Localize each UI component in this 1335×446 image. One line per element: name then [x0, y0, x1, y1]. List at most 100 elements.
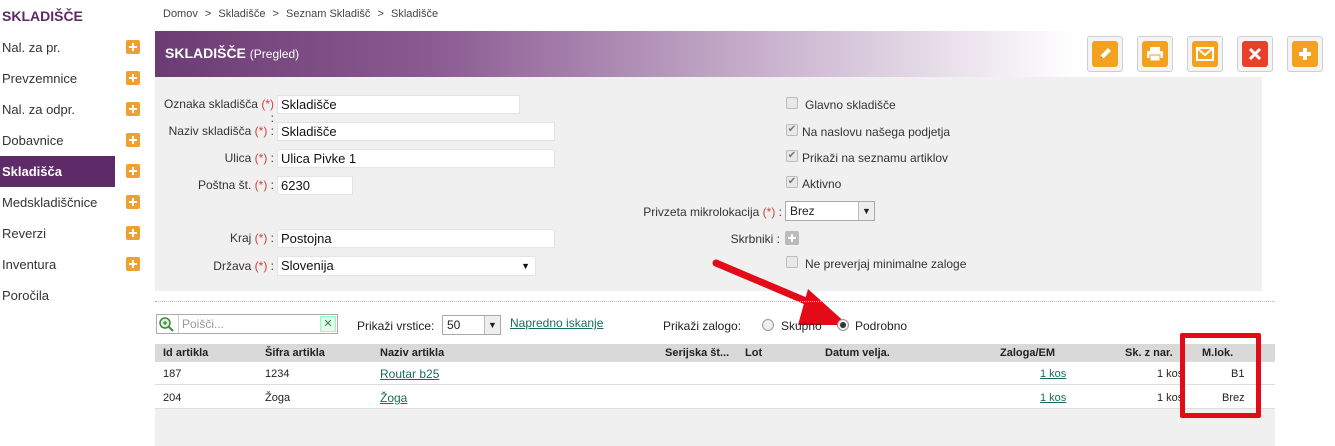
mail-button[interactable] [1187, 36, 1223, 72]
required-marker: (*) [254, 124, 268, 138]
table-header: Id artikla Šifra artikla Naziv artikla S… [155, 344, 1275, 362]
search-input[interactable]: Poišči... [178, 315, 316, 333]
sidebar-item-label: Prevzemnice [2, 71, 78, 86]
oznaka-field[interactable]: Skladišče [277, 95, 520, 114]
table-row[interactable]: 204 Žoga Žoga 1 kos 1 kos Brez [155, 386, 1275, 409]
plus-icon[interactable] [126, 102, 140, 116]
kraj-field[interactable]: Postojna [277, 229, 555, 248]
delete-button[interactable] [1237, 36, 1273, 72]
column-header[interactable]: Id artikla [163, 347, 208, 359]
plus-icon[interactable] [126, 226, 140, 240]
add-button[interactable] [1287, 36, 1323, 72]
column-header[interactable]: Datum velja. [825, 347, 890, 359]
ulica-label-text: Ulica [224, 151, 252, 165]
drzava-value: Slovenija [281, 258, 334, 273]
column-header[interactable]: Lot [745, 347, 762, 359]
mikrolok-label-text: Privzeta mikrolokacija [643, 205, 760, 219]
cell-id: 204 [163, 392, 182, 404]
required-marker: (*) [762, 205, 776, 219]
ulica-field[interactable]: Ulica Pivke 1 [277, 149, 555, 168]
plus-icon[interactable] [126, 164, 140, 178]
sidebar-item-skladisca[interactable]: Skladišča [0, 156, 143, 187]
sidebar-item-prevzemnice[interactable]: Prevzemnice [0, 63, 143, 94]
breadcrumb-skladisce[interactable]: Skladišče [218, 8, 265, 20]
drzava-select[interactable]: Slovenija ▼ [277, 256, 536, 276]
glavno-label: Glavno skladišče [805, 98, 896, 112]
search-box[interactable]: Poišči... [156, 314, 338, 334]
edit-button[interactable] [1087, 36, 1123, 72]
naslov-checkbox[interactable]: ✔ [786, 124, 798, 136]
aktivno-checkbox[interactable]: ✔ [786, 176, 798, 188]
cell-zaloga-link[interactable]: 1 kos [1040, 392, 1066, 404]
sidebar-item-inventura[interactable]: Inventura [0, 249, 143, 280]
mikrolok-select[interactable]: Brez ▼ [785, 201, 875, 221]
add-icon [1292, 41, 1318, 67]
cell-naziv-link[interactable]: Žoga [380, 391, 407, 405]
prikazi-checkbox[interactable]: ✔ [786, 150, 798, 162]
kraj-label-text: Kraj [229, 231, 252, 245]
plus-icon[interactable] [126, 40, 140, 54]
breadcrumb-seznam[interactable]: Seznam Skladišč [286, 8, 370, 20]
cell-naziv-link[interactable]: Routar b25 [380, 367, 439, 381]
page-title: SKLADIŠČE (Pregled) [165, 45, 299, 61]
chevron-down-icon: ▼ [484, 316, 500, 334]
oznaka-label-text: Oznaka skladišča [163, 97, 258, 111]
divider [155, 301, 1275, 302]
postna-field[interactable]: 6230 [277, 176, 353, 195]
mail-icon [1192, 41, 1218, 67]
sidebar-item-label: Medskladiščnice [2, 195, 98, 210]
sidebar: SKLADIŠČE Nal. za pr. Prevzemnice Nal. z… [0, 0, 143, 446]
breadcrumb-separator: > [204, 8, 212, 20]
radio-total[interactable] [762, 319, 774, 331]
print-button[interactable] [1137, 36, 1173, 72]
chevron-down-icon: ▼ [521, 261, 530, 271]
cell-sifra: 1234 [265, 368, 290, 380]
rows-select[interactable]: 50 ▼ [442, 315, 501, 335]
plus-icon[interactable] [126, 195, 140, 209]
sidebar-item-reverzi[interactable]: Reverzi [0, 218, 143, 249]
radio-detail-label: Podrobno [855, 319, 908, 333]
column-header[interactable]: Šifra artikla [265, 347, 325, 359]
postna-label-text: Poštna št. [197, 178, 252, 192]
column-header[interactable]: Naziv artikla [380, 347, 444, 359]
mikrolok-label: Privzeta mikrolokacija (*) : [643, 205, 782, 219]
plus-icon[interactable] [126, 71, 140, 85]
mikrolok-value: Brez [790, 204, 815, 218]
page-subtitle: (Pregled) [249, 47, 300, 61]
sidebar-item-medskladiscnice[interactable]: Medskladiščnice [0, 187, 143, 218]
table-row[interactable]: 187 1234 Routar b25 1 kos 1 kos B1 [155, 362, 1275, 385]
advanced-search-link[interactable]: Napredno iskanje [510, 316, 603, 330]
annotation-highlight-box [1180, 333, 1261, 418]
add-skrbnik-icon[interactable] [785, 231, 799, 245]
plus-icon[interactable] [126, 133, 140, 147]
clear-search-icon[interactable]: ✕ [320, 316, 336, 332]
page-title-text: SKLADIŠČE [165, 45, 246, 61]
postna-label: Poštna št. (*) : [197, 178, 274, 192]
sidebar-item-dobavnice[interactable]: Dobavnice [0, 125, 143, 156]
sidebar-item-nal-za-pr[interactable]: Nal. za pr. [0, 32, 143, 63]
ulica-label: Ulica (*) : [224, 151, 274, 165]
cell-zaloga-link[interactable]: 1 kos [1040, 368, 1066, 380]
sidebar-title: SKLADIŠČE [2, 8, 83, 24]
glavno-checkbox[interactable] [786, 97, 798, 109]
chevron-down-icon: ▼ [858, 202, 874, 220]
column-header[interactable]: Sk. z nar. [1125, 347, 1173, 359]
breadcrumb-home[interactable]: Domov [163, 8, 198, 20]
radio-detail[interactable] [837, 319, 849, 331]
sidebar-item-nal-za-odpr[interactable]: Nal. za odpr. [0, 94, 143, 125]
naslov-label: Na naslovu našega podjetja [802, 125, 951, 139]
aktivno-label: Aktivno [802, 177, 842, 191]
page-header: SKLADIŠČE (Pregled) [155, 31, 1075, 77]
sidebar-item-label: Poročila [2, 288, 49, 303]
column-header[interactable]: Serijska št... [665, 347, 729, 359]
radio-total-label: Skupno [781, 319, 822, 333]
search-icon[interactable] [158, 316, 175, 332]
sidebar-item-label: Skladišča [0, 156, 115, 187]
drzava-label: Država (*) : [213, 259, 274, 273]
sidebar-item-label: Nal. za pr. [2, 40, 61, 55]
plus-icon[interactable] [126, 257, 140, 271]
naziv-field[interactable]: Skladišče [277, 122, 555, 141]
required-marker: (*) [254, 231, 268, 245]
sidebar-item-porocila[interactable]: Poročila [0, 280, 143, 311]
column-header[interactable]: Zaloga/EM [1000, 347, 1055, 359]
